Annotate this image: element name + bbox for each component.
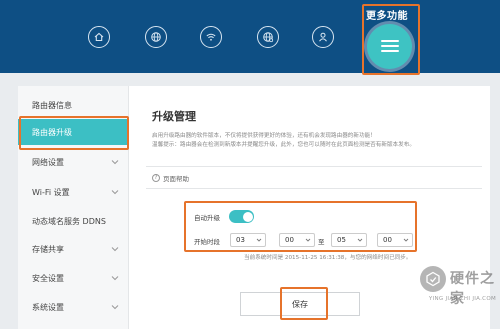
page-help-link[interactable]: ? 页面帮助 <box>152 173 189 183</box>
watermark-text: 硬件之家 <box>450 271 495 307</box>
sidebar-item-label: 路由器信息 <box>32 100 72 110</box>
sidebar-item-network-settings[interactable]: 网络设置 <box>18 149 128 175</box>
chevron-down-icon <box>111 190 119 195</box>
sidebar-item-ddns[interactable]: 动态域名服务 DDNS <box>18 208 128 234</box>
sidebar-item-router-info[interactable]: 路由器信息 <box>18 92 128 118</box>
globe-settings-icon[interactable] <box>257 26 279 48</box>
divider <box>146 188 482 189</box>
sidebar-item-label: 存储共享 <box>32 244 64 254</box>
divider <box>146 166 482 167</box>
user-icon[interactable] <box>312 26 334 48</box>
watermark-logo-icon <box>420 266 446 292</box>
chevron-down-icon <box>111 247 119 252</box>
sidebar-item-wifi-settings[interactable]: Wi-Fi 设置 <box>18 179 128 205</box>
system-time-status: 当前系统时间是 2015-11-25 16:31:38，与您的网络时间已同步。 <box>244 255 412 261</box>
sidebar-item-label: 网络设置 <box>32 157 64 167</box>
highlight-upgrade-schedule <box>184 201 417 252</box>
page-help-label: 页面帮助 <box>163 175 189 183</box>
watermark: 硬件之家 YING JIAN ZHI JIA.COM <box>420 264 496 324</box>
description-line: 温馨提示：路由器会在检测到新版本并提醒您升级，此外，您也可以随时在此页面检测是否… <box>152 142 415 148</box>
description-line: 启用升级路由器的软件版本，不仅将提供获得更好的体验，还有机会发现路由器的新功能！ <box>152 133 376 139</box>
wifi-icon[interactable] <box>200 26 222 48</box>
highlight-more-functions <box>362 4 420 75</box>
globe-icon[interactable] <box>145 26 167 48</box>
top-nav-bar: 更多功能 <box>0 0 500 75</box>
chevron-down-icon <box>111 305 119 310</box>
sidebar-item-system-settings[interactable]: 系统设置 <box>18 294 128 320</box>
help-icon: ? <box>152 174 160 182</box>
chevron-down-icon <box>111 276 119 281</box>
chevron-down-icon <box>111 160 119 165</box>
highlight-save-button <box>280 287 328 320</box>
upgrade-description: 启用升级路由器的软件版本，不仅将提供获得更好的体验，还有机会发现路由器的新功能！… <box>152 132 452 150</box>
sidebar-item-label: Wi-Fi 设置 <box>32 187 70 197</box>
sidebar-item-label: 系统设置 <box>32 302 64 312</box>
watermark-url: YING JIAN ZHI JIA.COM <box>428 296 496 302</box>
home-icon[interactable] <box>88 26 110 48</box>
sidebar-item-security-settings[interactable]: 安全设置 <box>18 265 128 291</box>
sidebar-item-storage-sharing[interactable]: 存储共享 <box>18 236 128 262</box>
sidebar-item-label: 安全设置 <box>32 273 64 283</box>
page-title: 升级管理 <box>152 110 196 123</box>
sidebar-item-label: 动态域名服务 DDNS <box>32 216 106 226</box>
highlight-router-upgrade <box>19 116 129 150</box>
